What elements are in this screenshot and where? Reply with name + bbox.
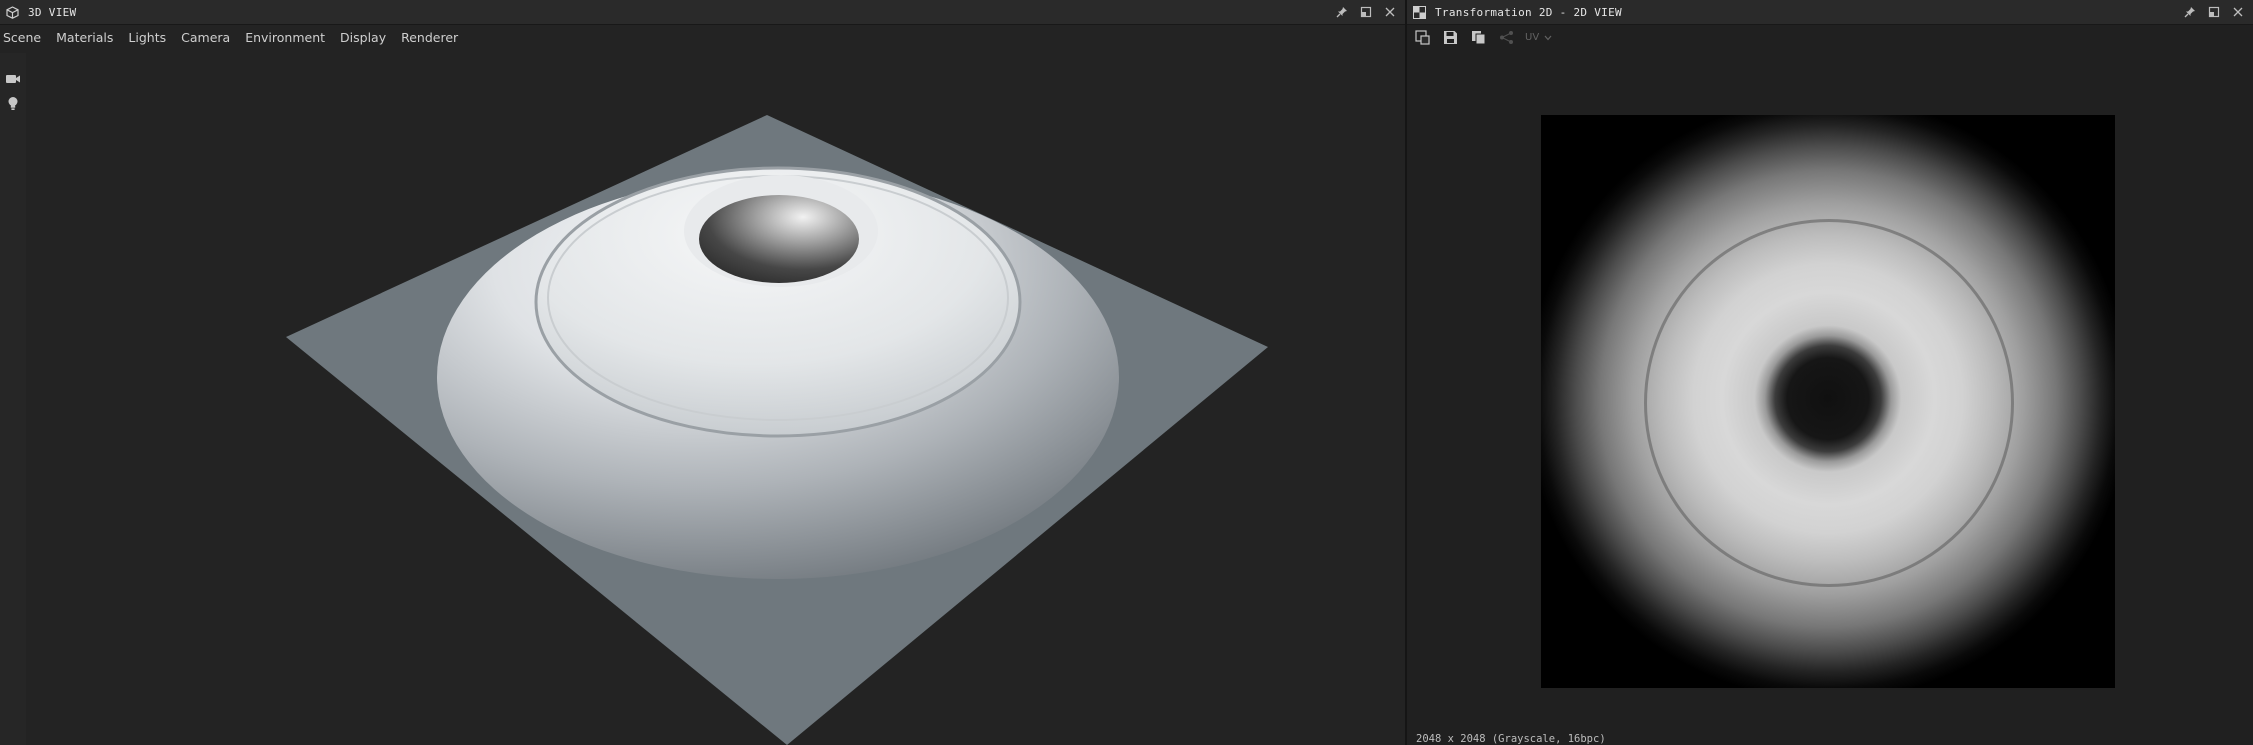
menu-scene[interactable]: Scene	[3, 30, 48, 45]
uv-dropdown[interactable]: UV	[1525, 32, 1552, 43]
close-icon	[1385, 7, 1395, 17]
side-toolbar	[0, 53, 26, 745]
maximize-icon	[1360, 6, 1372, 18]
close-icon	[2233, 7, 2243, 17]
cube-icon	[5, 5, 19, 19]
status-resolution: 2048 x 2048 (Grayscale, 16bpc)	[1416, 733, 1606, 745]
light-button[interactable]	[0, 91, 26, 115]
maximize-icon	[2208, 6, 2220, 18]
view-mode-icon	[1414, 30, 1430, 45]
pin-button[interactable]	[1333, 3, 1351, 21]
pin-button[interactable]	[2181, 3, 2199, 21]
3d-scene	[286, 115, 1268, 745]
pin-icon	[2184, 7, 2195, 18]
camera-icon	[6, 75, 20, 83]
panel-2d-view: Transformation 2D - 2D VIEW UV 2048 x 20…	[1407, 0, 2253, 745]
menu-camera[interactable]: Camera	[181, 30, 237, 45]
titlebar-2d-view: Transformation 2D - 2D VIEW	[1407, 0, 2253, 25]
copy-button[interactable]	[1469, 29, 1487, 47]
heightmap-preview[interactable]	[1541, 115, 2115, 688]
lightbulb-icon	[8, 96, 18, 110]
share-button[interactable]	[1497, 29, 1515, 47]
copy-icon	[1471, 31, 1485, 45]
menu-renderer[interactable]: Renderer	[401, 30, 465, 45]
close-button[interactable]	[2229, 3, 2247, 21]
menu-materials[interactable]: Materials	[56, 30, 120, 45]
pin-icon	[1336, 7, 1347, 18]
panel-3d-view: 3D VIEW Scene Materials Lights Camera En…	[0, 0, 1405, 745]
maximize-button[interactable]	[1357, 3, 1375, 21]
checker-icon	[1412, 5, 1426, 19]
viewport-3d[interactable]	[26, 53, 1405, 745]
view-mode-button[interactable]	[1413, 29, 1431, 47]
heightmap-outer-ring	[1644, 219, 2014, 587]
menu-environment[interactable]: Environment	[245, 30, 332, 45]
toolbar-2d-view: UV	[1407, 25, 2253, 50]
uv-label: UV	[1525, 32, 1540, 43]
maximize-button[interactable]	[2205, 3, 2223, 21]
menubar-3d-view: Scene Materials Lights Camera Environmen…	[0, 25, 1405, 49]
save-button[interactable]	[1441, 29, 1459, 47]
panel-title: 3D VIEW	[28, 5, 77, 19]
titlebar-3d-view: 3D VIEW	[0, 0, 1405, 25]
dome-crater-hole	[699, 195, 859, 283]
close-button[interactable]	[1381, 3, 1399, 21]
panel-title: Transformation 2D - 2D VIEW	[1435, 5, 1622, 19]
save-icon	[1443, 31, 1457, 44]
share-icon	[1499, 31, 1513, 44]
menu-lights[interactable]: Lights	[128, 30, 173, 45]
menu-display[interactable]: Display	[340, 30, 393, 45]
camera-button[interactable]	[0, 67, 26, 91]
chevron-down-icon	[1544, 35, 1552, 40]
